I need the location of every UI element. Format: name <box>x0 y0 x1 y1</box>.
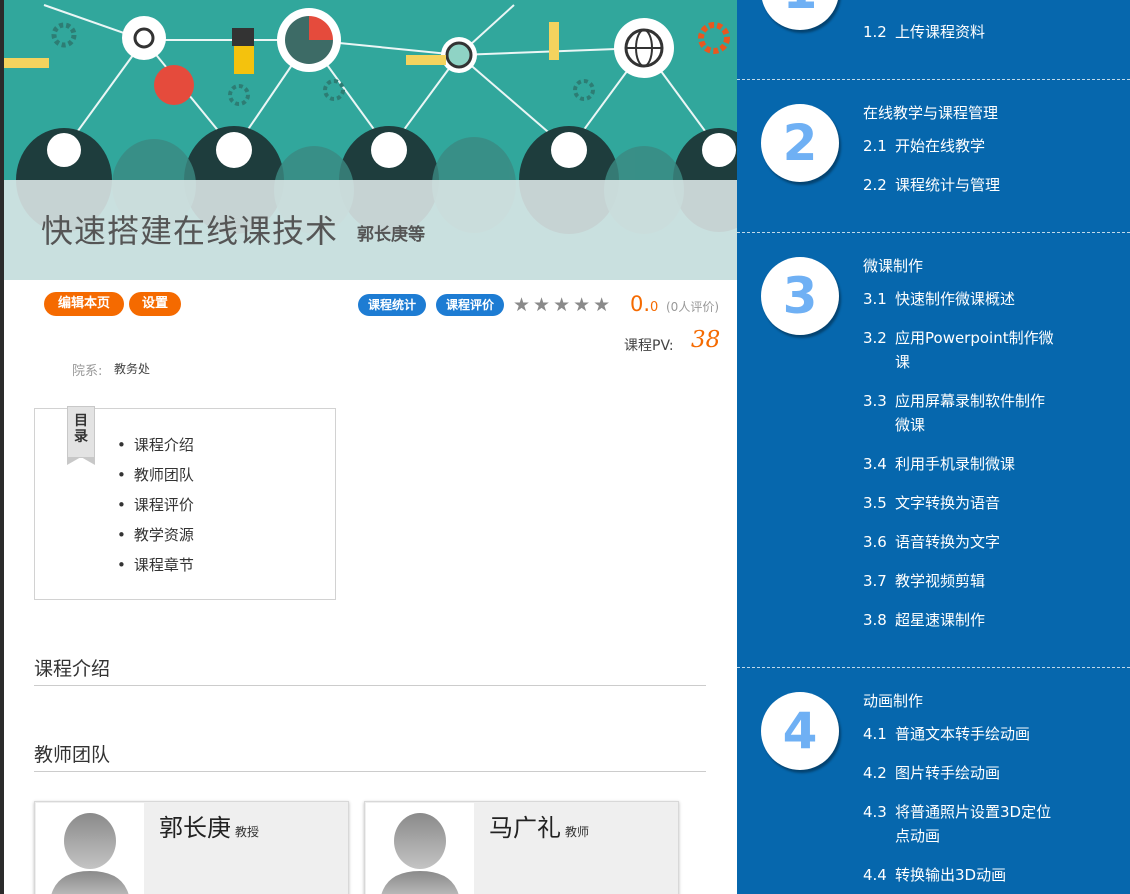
chapter-divider <box>737 667 1130 668</box>
outline-item-number: 4.4 <box>863 866 887 884</box>
outline-item-label: 课程统计与管理 <box>895 176 1001 194</box>
teacher-card[interactable]: 郭长庚 教授 <box>34 801 349 894</box>
outline-item-label: 利用手机录制微课 <box>895 455 1016 473</box>
outline-item-label: 应用屏幕录制软件制作微课 <box>895 392 1046 434</box>
outline-item-label: 将普通照片设置3D定位点动画 <box>895 803 1052 845</box>
avatar <box>36 803 144 894</box>
department-value: 教务处 <box>114 362 151 376</box>
teacher-role: 教授 <box>235 825 260 839</box>
outline-item-label: 快速制作微课概述 <box>895 290 1016 308</box>
outline-item[interactable]: 4.1 普通文本转手绘动画 <box>863 722 1063 746</box>
outline-item-label: 开始在线教学 <box>895 137 986 155</box>
course-outline-panel: 1 1.2 上传课程资料 2 在线教学与课程管理 2.1 开始在线教学 2.2 … <box>737 0 1130 894</box>
toc-item-intro[interactable]: 课程介绍 <box>117 433 194 463</box>
section-title-team: 教师团队 <box>34 744 111 766</box>
outline-item-number: 2.1 <box>863 137 887 155</box>
outline-item[interactable]: 3.4 利用手机录制微课 <box>863 452 1063 476</box>
chapter-title[interactable]: 微课制作 <box>863 255 923 276</box>
outline-item-number: 4.1 <box>863 725 887 743</box>
chapter-number-badge: 3 <box>761 257 839 335</box>
course-stats-button[interactable]: 课程统计 <box>358 294 426 316</box>
avatar <box>366 803 474 894</box>
pv-label: 课程PV: <box>624 338 674 354</box>
outline-item-label: 转换输出3D动画 <box>895 866 1007 884</box>
outline-item[interactable]: 3.7 教学视频剪辑 <box>863 569 1063 593</box>
outline-item-number: 2.2 <box>863 176 887 194</box>
teacher-name: 郭长庚 教授 <box>159 808 259 843</box>
person-placeholder-icon <box>381 813 459 894</box>
section-divider <box>34 771 706 772</box>
outline-item[interactable]: 4.3 将普通照片设置3D定位点动画 <box>863 800 1063 848</box>
toc-list: 课程介绍 教师团队 课程评价 教学资源 课程章节 <box>117 433 194 583</box>
outline-item-number: 3.1 <box>863 290 887 308</box>
settings-button[interactable]: 设置 <box>129 292 181 316</box>
toc-item-resources[interactable]: 教学资源 <box>117 523 194 553</box>
teacher-name-text: 马广礼 <box>489 814 561 842</box>
outline-item[interactable]: 2.1 开始在线教学 <box>863 134 1063 158</box>
rating-score-dec: 0 <box>650 300 659 315</box>
outline-item-label: 文字转换为语音 <box>895 494 1001 512</box>
outline-item-number: 3.7 <box>863 572 887 590</box>
outline-item[interactable]: 1.2 上传课程资料 <box>863 20 1063 44</box>
rating-score-int: 0. <box>630 292 651 316</box>
section-title-intro: 课程介绍 <box>34 658 111 680</box>
outline-item-number: 3.5 <box>863 494 887 512</box>
outline-item-number: 4.2 <box>863 764 887 782</box>
teacher-card[interactable]: 马广礼 教师 <box>364 801 679 894</box>
teacher-name: 马广礼 教师 <box>489 808 589 843</box>
outline-item-label: 普通文本转手绘动画 <box>895 725 1031 743</box>
outline-item-number: 4.3 <box>863 803 887 821</box>
chapter-divider <box>737 232 1130 233</box>
course-review-button[interactable]: 课程评价 <box>436 294 504 316</box>
outline-item-label: 语音转换为文字 <box>895 533 1001 551</box>
outline-item-number: 3.4 <box>863 455 887 473</box>
outline-item[interactable]: 4.4 转换输出3D动画 <box>863 863 1063 887</box>
outline-item-label: 超星速课制作 <box>895 611 986 629</box>
section-divider <box>34 685 706 686</box>
outline-item-number: 3.3 <box>863 392 887 410</box>
chapter-number-badge: 4 <box>761 692 839 770</box>
outline-item[interactable]: 2.2 课程统计与管理 <box>863 173 1063 197</box>
rating-count: (0人评价) <box>666 300 719 314</box>
toc-item-chapters[interactable]: 课程章节 <box>117 553 194 583</box>
outline-item[interactable]: 3.5 文字转换为语音 <box>863 491 1063 515</box>
edit-page-button[interactable]: 编辑本页 <box>44 292 124 316</box>
person-placeholder-icon <box>51 813 129 894</box>
teacher-role: 教师 <box>565 825 590 839</box>
outline-item-label: 应用Powerpoint制作微课 <box>895 329 1054 371</box>
rating-stars-icon[interactable]: ★★★★★ <box>513 293 613 317</box>
outline-item[interactable]: 3.6 语音转换为文字 <box>863 530 1063 554</box>
outline-item-number: 3.8 <box>863 611 887 629</box>
outline-item-label: 上传课程资料 <box>895 23 986 41</box>
toc-item-review[interactable]: 课程评价 <box>117 493 194 523</box>
teacher-name-text: 郭长庚 <box>159 814 231 842</box>
outline-item[interactable]: 3.3 应用屏幕录制软件制作微课 <box>863 389 1063 437</box>
chapter-divider <box>737 79 1130 80</box>
outline-item[interactable]: 3.2 应用Powerpoint制作微课 <box>863 326 1063 374</box>
toc-ribbon-label: 目录 <box>74 413 88 445</box>
outline-item-label: 图片转手绘动画 <box>895 764 1001 782</box>
table-of-contents: 目录 课程介绍 教师团队 课程评价 教学资源 课程章节 <box>34 406 336 600</box>
course-author: 郭长庚等 <box>357 225 425 245</box>
toc-ribbon: 目录 <box>67 406 95 465</box>
department-label: 院系: <box>72 364 103 379</box>
chapter-title[interactable]: 在线教学与课程管理 <box>863 102 998 123</box>
outline-item[interactable]: 3.1 快速制作微课概述 <box>863 287 1063 311</box>
chapter-number-badge: 2 <box>761 104 839 182</box>
outline-item-number: 3.6 <box>863 533 887 551</box>
chapter-number-badge: 1 <box>761 0 839 30</box>
outline-item-number: 1.2 <box>863 23 887 41</box>
outline-item[interactable]: 3.8 超星速课制作 <box>863 608 1063 632</box>
outline-item[interactable]: 4.2 图片转手绘动画 <box>863 761 1063 785</box>
outline-item-label: 教学视频剪辑 <box>895 572 986 590</box>
chapter-title[interactable]: 动画制作 <box>863 690 923 711</box>
outline-item-number: 3.2 <box>863 329 887 347</box>
pv-value: 38 <box>691 327 721 353</box>
rating-score: 0.0 <box>630 292 658 316</box>
course-title: 快速搭建在线课技术 <box>41 212 339 250</box>
toc-item-team[interactable]: 教师团队 <box>117 463 194 493</box>
